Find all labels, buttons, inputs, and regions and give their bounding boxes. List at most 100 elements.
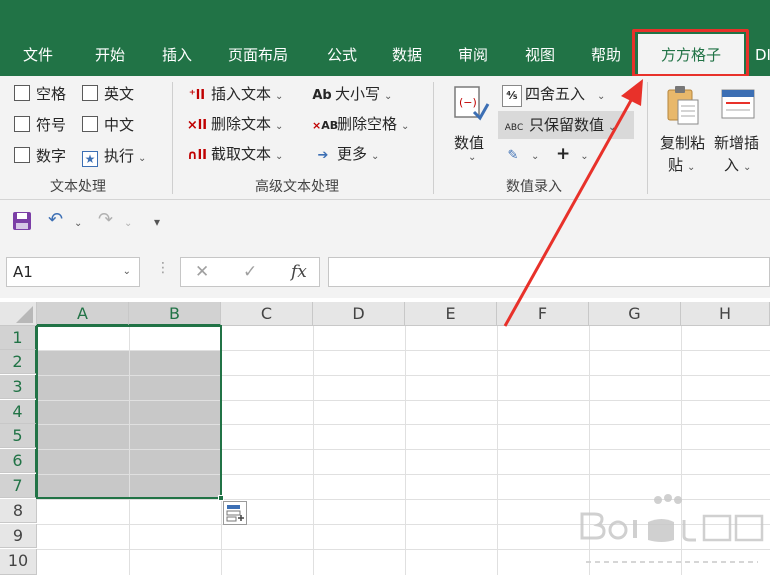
select-all-corner[interactable]	[0, 302, 37, 326]
execute-label: 执行	[104, 147, 135, 165]
tab-file[interactable]: 文件	[23, 44, 53, 66]
edit-icon: ✎	[507, 148, 519, 163]
symbol-label: 符号	[36, 116, 67, 134]
row-header-9[interactable]: 9	[0, 524, 37, 548]
add-dropdown-button[interactable]: + ⌄	[556, 144, 589, 167]
english-checkbox[interactable]	[82, 85, 98, 101]
delete-space-button[interactable]: ×AB删除空格 ⌄	[312, 114, 409, 137]
round-button[interactable]: ⁴⁄₅ 四舍五入 ⌄	[502, 84, 605, 107]
row-header-3[interactable]: 3	[0, 375, 37, 399]
insert-function-button[interactable]: fx	[291, 262, 307, 282]
column-header-g[interactable]: G	[589, 302, 681, 326]
row-header-2[interactable]: 2	[0, 350, 37, 374]
case-button[interactable]: Ab 大小写 ⌄	[312, 84, 392, 107]
quick-analysis-button[interactable]	[223, 501, 247, 525]
chinese-checkbox-item[interactable]: 中文	[82, 115, 134, 135]
tab-view[interactable]: 视图	[525, 44, 555, 66]
new-insert-button[interactable]: 新增插 入 ⌄	[712, 82, 770, 174]
confirm-icon[interactable]: ✓	[243, 262, 257, 282]
symbol-checkbox-item[interactable]: 符号	[14, 115, 66, 135]
new-insert-label-line1: 新增插	[714, 134, 760, 152]
copy-paste-button[interactable]: 复制粘 贴 ⌄	[658, 82, 710, 174]
column-header-f[interactable]: F	[497, 302, 589, 326]
insert-text-icon: ⁺lI	[188, 88, 206, 103]
tab-partial[interactable]: DI	[755, 44, 770, 66]
new-insert-label-2: 入	[724, 156, 740, 174]
formula-input[interactable]	[328, 257, 770, 287]
number-checkbox[interactable]	[14, 147, 30, 163]
ribbon: 空格 英文 符号 中文 数字 ★ 执行 ⌄ 文本处理 ⁺lI 插入文本 ⌄ ×lI 删除文…	[0, 76, 770, 200]
chevron-down-icon: ⌄	[580, 151, 589, 162]
symbol-checkbox[interactable]	[14, 116, 30, 132]
row-header-4[interactable]: 4	[0, 400, 37, 424]
cancel-icon[interactable]: ✕	[195, 262, 209, 282]
redo-icon[interactable]: ↷	[98, 210, 113, 230]
chinese-checkbox[interactable]	[82, 116, 98, 132]
more-button[interactable]: ➔ 更多 ⌄	[312, 144, 380, 167]
edit-dropdown-button[interactable]: ✎ ⌄	[502, 144, 540, 167]
column-header-c[interactable]: C	[221, 302, 313, 326]
column-header-a[interactable]: A	[37, 302, 129, 326]
tab-data[interactable]: 数据	[392, 44, 422, 66]
svg-text:(−): (−)	[459, 96, 477, 109]
extract-text-button[interactable]: ∩lI 截取文本 ⌄	[186, 144, 283, 167]
undo-icon[interactable]: ↶	[48, 210, 63, 230]
chevron-down-icon: ⌄	[275, 151, 284, 162]
column-header-d[interactable]: D	[313, 302, 405, 326]
arrow-right-icon: ➔	[317, 148, 329, 163]
row-header-1[interactable]: 1	[0, 326, 37, 350]
row-header-5[interactable]: 5	[0, 424, 37, 448]
space-checkbox-item[interactable]: 空格	[14, 84, 66, 104]
abc-icon: ABC	[504, 123, 524, 133]
copy-paste-label-2: 贴	[668, 156, 684, 174]
case-icon: Ab	[312, 88, 332, 103]
tab-formulas[interactable]: 公式	[327, 44, 357, 66]
group-label-advanced-text: 高级文本处理	[255, 179, 339, 195]
chevron-down-icon: ⌄	[743, 162, 752, 173]
row-header-6[interactable]: 6	[0, 449, 37, 473]
space-checkbox[interactable]	[14, 85, 30, 101]
tab-help[interactable]: 帮助	[591, 44, 621, 66]
chevron-down-icon: ⌄	[468, 152, 477, 163]
column-header-h[interactable]: H	[681, 302, 770, 326]
row-header-7[interactable]: 7	[0, 474, 37, 498]
name-box[interactable]: A1 ⌄	[6, 257, 140, 287]
keep-value-button[interactable]: ABC 只保留数值 ⌄	[498, 111, 634, 139]
chevron-down-icon[interactable]: ⌄	[74, 214, 82, 234]
chevron-down-icon: ⌄	[384, 91, 393, 102]
annotation-highlight-box	[632, 29, 749, 77]
baidu-watermark	[578, 492, 768, 572]
customize-toolbar-icon[interactable]: ▾	[154, 212, 160, 232]
tab-insert[interactable]: 插入	[162, 44, 192, 66]
chevron-down-icon: ⌄	[687, 162, 696, 173]
quick-analysis-icon	[226, 505, 244, 522]
insert-text-button[interactable]: ⁺lI 插入文本 ⌄	[186, 84, 283, 107]
row-header-10[interactable]: 10	[0, 549, 37, 575]
save-icon[interactable]	[12, 211, 32, 231]
case-label: 大小写	[335, 85, 381, 103]
chevron-down-icon: ⌄	[275, 121, 284, 132]
value-button[interactable]: (−) 数值 ⌄	[448, 82, 494, 174]
grid-line	[405, 326, 406, 575]
chinese-label: 中文	[104, 116, 135, 134]
chevron-down-icon[interactable]: ⌄	[124, 214, 132, 234]
grid-line	[313, 326, 314, 575]
row-header-8[interactable]: 8	[0, 499, 37, 523]
column-header-b[interactable]: B	[129, 302, 221, 326]
number-checkbox-item[interactable]: 数字	[14, 146, 66, 166]
delete-text-button[interactable]: ×lI 删除文本 ⌄	[186, 114, 284, 137]
extract-text-label: 截取文本	[211, 145, 272, 163]
tab-home[interactable]: 开始	[95, 44, 125, 66]
chevron-down-icon: ⌄	[608, 122, 617, 133]
round-label: 四舍五入	[525, 85, 586, 103]
tab-review[interactable]: 审阅	[458, 44, 488, 66]
tab-page-layout[interactable]: 页面布局	[228, 44, 288, 66]
keep-value-label: 只保留数值	[529, 116, 605, 134]
execute-button[interactable]: ★ 执行 ⌄	[82, 146, 146, 169]
english-checkbox-item[interactable]: 英文	[82, 84, 134, 104]
formula-buttons: ✕ ✓ fx	[180, 257, 320, 287]
insert-text-label: 插入文本	[211, 85, 272, 103]
copy-paste-label-line1: 复制粘	[660, 134, 706, 152]
delete-text-icon: ×lI	[186, 118, 208, 133]
column-header-e[interactable]: E	[405, 302, 497, 326]
